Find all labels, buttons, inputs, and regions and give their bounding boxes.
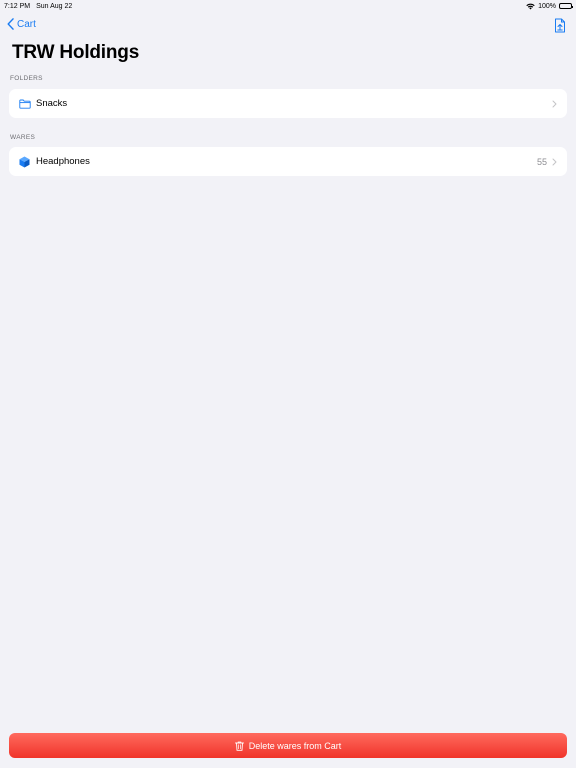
chevron-left-icon bbox=[7, 18, 14, 30]
chevron-right-icon bbox=[552, 158, 557, 165]
status-time: 7:12 PM bbox=[4, 2, 31, 10]
nav-bar: Cart bbox=[0, 16, 576, 36]
battery-percent: 100% bbox=[538, 2, 556, 10]
status-left: 7:12 PM Sun Aug 22 bbox=[4, 3, 72, 10]
wifi-icon bbox=[526, 3, 535, 9]
folder-row-snacks[interactable]: Snacks bbox=[9, 89, 567, 118]
trash-icon bbox=[234, 741, 244, 751]
folder-row-trail bbox=[552, 100, 557, 108]
cube-icon bbox=[19, 156, 31, 168]
status-date: Sun Aug 22 bbox=[36, 2, 73, 10]
status-bar: 7:12 PM Sun Aug 22 100% bbox=[0, 0, 576, 12]
delete-button-label: Delete wares from Cart bbox=[248, 740, 342, 751]
folder-icon bbox=[19, 98, 31, 110]
share-icon[interactable] bbox=[554, 18, 566, 33]
wares-section-header: WARES bbox=[10, 134, 36, 141]
chevron-right-icon bbox=[552, 100, 557, 107]
ware-row-label: Headphones bbox=[36, 156, 90, 167]
back-button[interactable]: Cart bbox=[6, 18, 36, 30]
screen: 7:12 PM Sun Aug 22 100% Cart TRW Holding… bbox=[0, 0, 576, 768]
back-button-label: Cart bbox=[17, 18, 36, 30]
folders-section-header: FOLDERS bbox=[10, 75, 43, 82]
battery-icon bbox=[559, 3, 573, 9]
page-title: TRW Holdings bbox=[12, 42, 140, 63]
ware-row-headphones[interactable]: Headphones 55 bbox=[9, 147, 567, 176]
ware-row-count: 55 bbox=[536, 156, 547, 167]
status-right: 100% bbox=[526, 2, 573, 10]
delete-wares-button[interactable]: Delete wares from Cart bbox=[9, 733, 567, 758]
folder-row-label: Snacks bbox=[36, 98, 68, 109]
ware-row-trail: 55 bbox=[537, 157, 557, 167]
